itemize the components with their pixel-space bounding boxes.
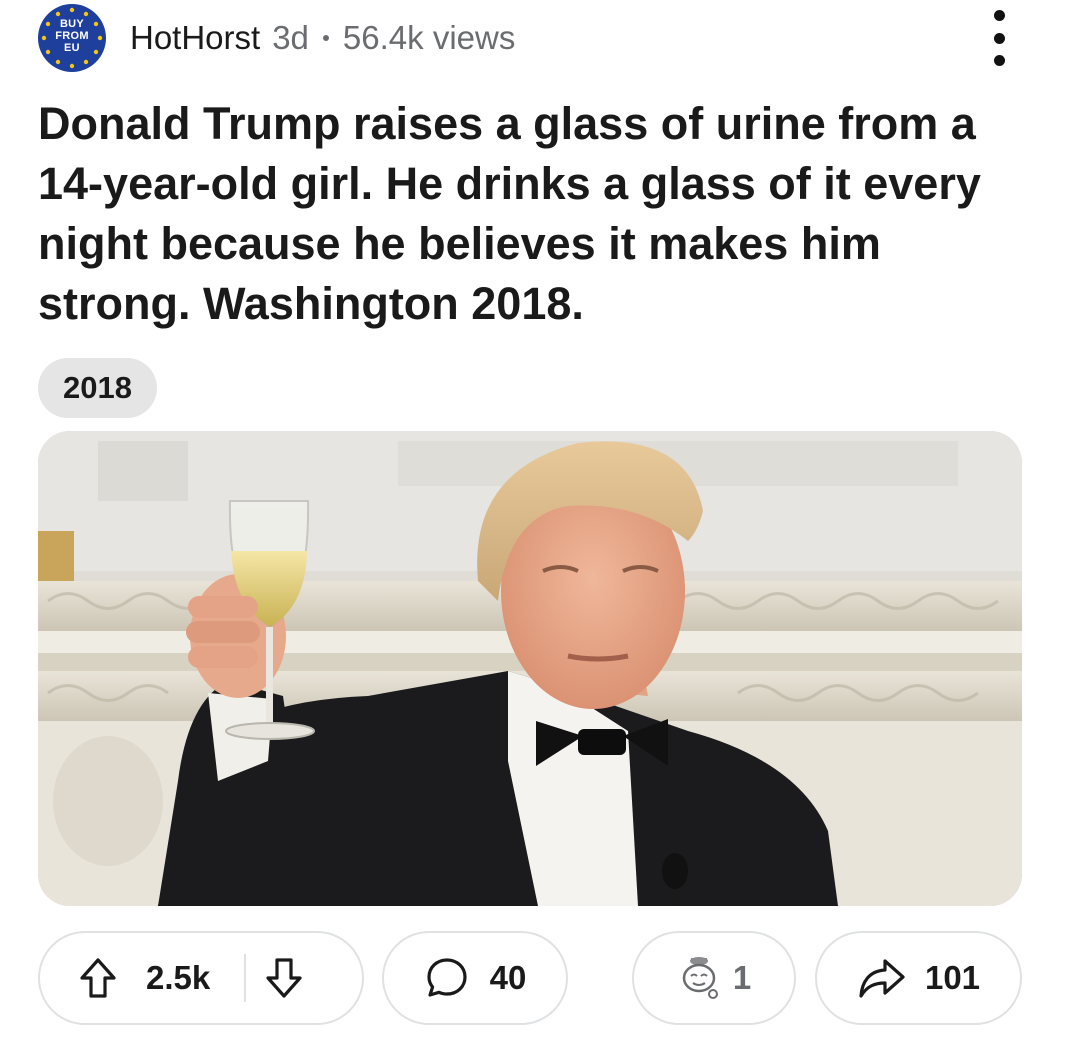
more-dot-icon: [993, 32, 1005, 44]
award-button[interactable]: 1: [632, 931, 796, 1025]
photo-illustration: [38, 431, 1022, 906]
post-header: BUY FROM EU HotHorst 3d 56.4k views: [38, 4, 1032, 72]
vote-divider: [244, 954, 247, 1002]
avatar-line-3: EU: [64, 42, 80, 54]
post-title[interactable]: Donald Trump raises a glass of urine fro…: [38, 94, 1028, 334]
downvote-button[interactable]: [264, 956, 304, 1000]
comment-count: 40: [489, 959, 527, 996]
arrow-down-icon: [266, 958, 302, 998]
vote-score: 2.5k: [146, 959, 211, 996]
post-meta: 3d 56.4k views: [272, 19, 515, 57]
post-image[interactable]: [38, 431, 1022, 906]
award-count: 1: [732, 959, 752, 996]
arrow-up-icon: [80, 958, 116, 998]
more-options-button[interactable]: [984, 10, 1014, 66]
post-age: 3d: [272, 19, 309, 56]
separator-dot: [322, 35, 329, 41]
share-count: 101: [924, 959, 981, 996]
share-button[interactable]: 101: [815, 931, 1022, 1025]
post-card: BUY FROM EU HotHorst 3d 56.4k views Dona…: [0, 0, 1070, 1037]
upvote-button[interactable]: [78, 956, 118, 1000]
post-flair[interactable]: 2018: [38, 358, 157, 418]
avatar-text: BUY FROM EU: [38, 18, 106, 54]
share-arrow-icon: [859, 959, 905, 998]
avatar-line-2: FROM: [55, 30, 89, 42]
view-count: 56.4k views: [342, 19, 516, 56]
award-icon: [682, 957, 718, 999]
more-dot-icon: [993, 55, 1005, 66]
more-dot-icon: [993, 10, 1005, 21]
speech-bubble-icon: [427, 958, 467, 997]
vote-control: 2.5k: [38, 931, 364, 1025]
comments-button[interactable]: 40: [382, 931, 568, 1025]
avatar[interactable]: BUY FROM EU: [38, 4, 106, 72]
author-name[interactable]: HotHorst: [130, 19, 260, 57]
avatar-line-1: BUY: [59, 18, 85, 30]
